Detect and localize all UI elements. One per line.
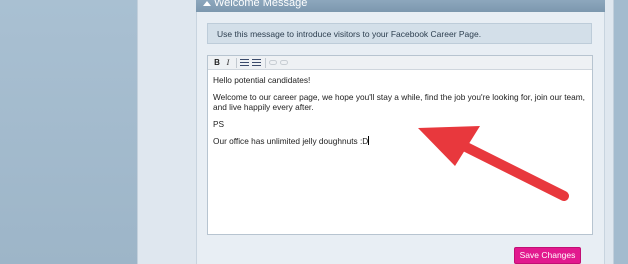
link-icon[interactable] bbox=[269, 60, 277, 65]
panel-title: Welcome Message bbox=[214, 0, 308, 9]
toolbar-separator bbox=[265, 58, 266, 68]
ps-line: PS bbox=[213, 119, 225, 129]
numbered-list-icon[interactable] bbox=[252, 59, 261, 67]
editor-content[interactable]: Hello potential candidates! Welcome to o… bbox=[213, 75, 585, 153]
text-cursor bbox=[368, 136, 370, 145]
doughnut-text: Our office has unlimited jelly doughnuts… bbox=[213, 136, 369, 146]
panel-header[interactable]: Welcome Message bbox=[196, 0, 605, 12]
unlink-icon[interactable] bbox=[280, 60, 288, 65]
italic-button[interactable]: I bbox=[224, 58, 232, 68]
doughnut-line: Our office has unlimited jelly doughnuts… bbox=[213, 136, 585, 146]
bullet-list-icon[interactable] bbox=[240, 59, 249, 67]
collapse-arrow-icon[interactable] bbox=[203, 1, 211, 6]
bold-button[interactable]: B bbox=[213, 58, 221, 68]
message-editor[interactable]: B I Hello potential candidates! Welcome … bbox=[207, 55, 593, 235]
page-background-right bbox=[614, 0, 628, 264]
welcome-paragraph: Welcome to our career page, we hope you'… bbox=[213, 92, 585, 112]
toolbar-separator bbox=[236, 58, 237, 68]
page-background-left bbox=[0, 0, 137, 264]
editor-toolbar: B I bbox=[208, 56, 592, 70]
info-message: Use this message to introduce visitors t… bbox=[207, 23, 592, 44]
greeting-line: Hello potential candidates! bbox=[213, 75, 311, 85]
save-changes-button[interactable]: Save Changes bbox=[514, 247, 581, 264]
